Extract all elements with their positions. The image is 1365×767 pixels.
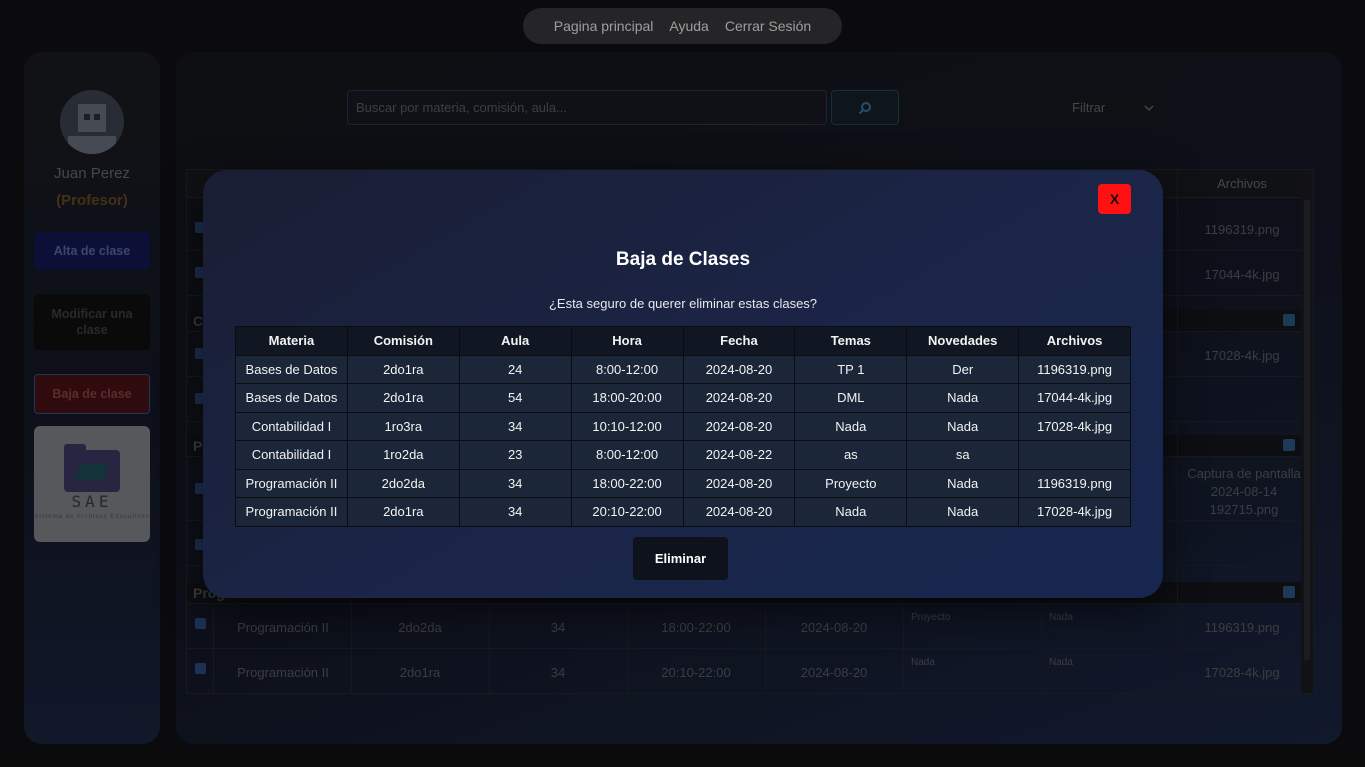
table-cell: Bases de Datos xyxy=(235,354,348,384)
table-cell: sa xyxy=(906,440,1020,470)
table-cell: 2do2da xyxy=(346,468,460,498)
column-header: Archivos xyxy=(1018,326,1131,356)
column-header: Novedades xyxy=(906,326,1020,356)
table-cell: 17028-4k.jpg xyxy=(1018,497,1131,527)
table-cell: 34 xyxy=(458,468,572,498)
table-cell: 1196319.png xyxy=(1018,354,1131,384)
modal-title: Baja de Clases xyxy=(615,249,751,270)
table-body: Bases de Datos 2do1ra 24 8:00-12:00 2024-08-… xyxy=(235,354,1131,527)
table-cell: 20:10-22:00 xyxy=(570,497,684,527)
classes-to-delete-table: Materia Comisión Aula Hora Fecha Temas Novedad… xyxy=(235,326,1131,527)
table-row: Bases de Datos 2do1ra 54 18:00-20:00 2024-08… xyxy=(235,383,1131,413)
table-cell: 24 xyxy=(458,354,572,384)
table-cell: Der xyxy=(906,354,1020,384)
table-cell: 18:00-20:00 xyxy=(570,383,684,413)
table-row: Contabilidad I 1ro2da 23 8:00-12:00 2024-08-… xyxy=(235,440,1131,470)
table-cell: Bases de Datos xyxy=(235,383,348,413)
table-row: Contabilidad I 1ro3ra 34 10:10-12:00 2024-08… xyxy=(235,411,1131,441)
table-cell: 2024-08-20 xyxy=(682,383,796,413)
table-cell: 54 xyxy=(458,383,572,413)
table-cell xyxy=(1018,440,1131,470)
table-cell: 10:10-12:00 xyxy=(570,411,684,441)
table-cell: Programación II xyxy=(235,497,348,527)
modal-question: ¿Esta seguro de querer eliminar estas cl… xyxy=(548,296,818,311)
table-cell: 2024-08-20 xyxy=(682,468,796,498)
table-cell: 2024-08-20 xyxy=(682,411,796,441)
column-header: Materia xyxy=(235,326,348,356)
table-cell: Programación II xyxy=(235,468,348,498)
table-cell: 34 xyxy=(458,411,572,441)
table-cell: 2do1ra xyxy=(346,354,460,384)
table-cell: 17044-4k.jpg xyxy=(1018,383,1131,413)
table-cell: Nada xyxy=(906,411,1020,441)
table-cell: Nada xyxy=(906,468,1020,498)
table-cell: Nada xyxy=(906,497,1020,527)
table-cell: 2024-08-20 xyxy=(682,354,796,384)
table-cell: Nada xyxy=(794,411,908,441)
table-header-row: Materia Comisión Aula Hora Fecha Temas Novedad… xyxy=(235,326,1131,356)
table-cell: TP 1 xyxy=(794,354,908,384)
baja-clases-modal: X Baja de Clases ¿Esta seguro de querer … xyxy=(203,170,1163,598)
table-cell: 17028-4k.jpg xyxy=(1018,411,1131,441)
table-cell: 1ro2da xyxy=(346,440,460,470)
table-cell: 23 xyxy=(458,440,572,470)
table-cell: Contabilidad I xyxy=(235,440,348,470)
column-header: Hora xyxy=(570,326,684,356)
table-cell: as xyxy=(794,440,908,470)
column-header: Comisión xyxy=(346,326,460,356)
table-cell: 18:00-22:00 xyxy=(570,468,684,498)
column-header: Temas xyxy=(794,326,908,356)
close-modal-button[interactable]: X xyxy=(1098,184,1131,214)
table-row: Programación II 2do2da 34 18:00-22:00 2024-0… xyxy=(235,468,1131,498)
table-cell: 2024-08-22 xyxy=(682,440,796,470)
table-row: Programación II 2do1ra 34 20:10-22:00 2024-0… xyxy=(235,497,1131,527)
table-cell: 1196319.png xyxy=(1018,468,1131,498)
table-cell: DML xyxy=(794,383,908,413)
eliminar-button[interactable]: Eliminar xyxy=(633,537,728,580)
table-cell: 2024-08-20 xyxy=(682,497,796,527)
table-cell: Nada xyxy=(794,497,908,527)
table-cell: 8:00-12:00 xyxy=(570,354,684,384)
table-cell: Contabilidad I xyxy=(235,411,348,441)
table-cell: 1ro3ra xyxy=(346,411,460,441)
column-header: Aula xyxy=(458,326,572,356)
table-cell: 2do1ra xyxy=(346,383,460,413)
table-cell: 34 xyxy=(458,497,572,527)
table-cell: Proyecto xyxy=(794,468,908,498)
column-header: Fecha xyxy=(682,326,796,356)
table-cell: 8:00-12:00 xyxy=(570,440,684,470)
table-row: Bases de Datos 2do1ra 24 8:00-12:00 2024-08-… xyxy=(235,354,1131,384)
table-cell: Nada xyxy=(906,383,1020,413)
table-cell: 2do1ra xyxy=(346,497,460,527)
